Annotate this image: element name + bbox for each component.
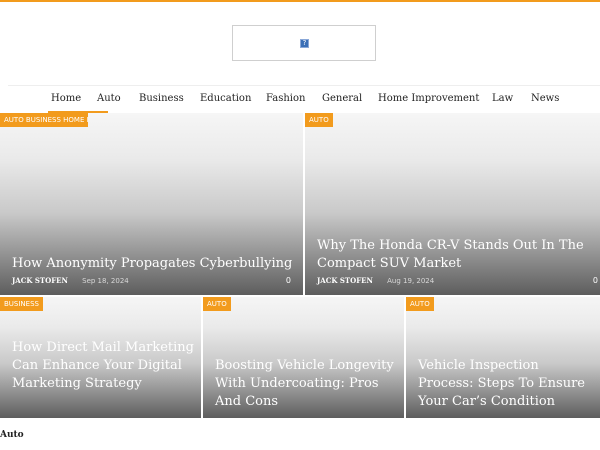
category-badge[interactable]: BUSINESS: [0, 297, 43, 311]
comment-count[interactable]: 0: [593, 276, 598, 285]
featured-card-2[interactable]: AUTO Why The Honda CR-V Stands Out In Th…: [305, 113, 600, 295]
category-badge[interactable]: AUTO: [406, 297, 434, 311]
article-title[interactable]: Vehicle Inspection Process: Steps To Ens…: [418, 357, 598, 411]
article-title[interactable]: Why The Honda CR-V Stands Out In The Com…: [317, 237, 595, 273]
nav-item-news[interactable]: News: [531, 93, 559, 104]
nav-item-home-improvement[interactable]: Home Improvement: [378, 93, 479, 104]
category-badge[interactable]: AUTO BUSINESS HOME IMPROVEMENT: [0, 113, 88, 127]
nav-item-home[interactable]: Home: [51, 93, 81, 104]
author-link[interactable]: JACK STOFEN: [12, 276, 68, 285]
article-date: Aug 19, 2024: [387, 277, 435, 285]
nav-item-business[interactable]: Business: [139, 93, 184, 104]
top-accent-bar: [0, 0, 600, 2]
main-nav: Home Auto Business Education Fashion Gen…: [0, 86, 600, 112]
nav-item-fashion[interactable]: Fashion: [266, 93, 305, 104]
article-title[interactable]: Boosting Vehicle Longevity With Undercoa…: [215, 357, 400, 411]
nav-item-general[interactable]: General: [322, 93, 362, 104]
site-logo[interactable]: ?: [232, 25, 376, 61]
article-title[interactable]: How Anonymity Propagates Cyberbullying: [12, 255, 297, 273]
featured-card-1[interactable]: AUTO BUSINESS HOME IMPROVEMENT How Anony…: [0, 113, 303, 295]
featured-card-5[interactable]: AUTO Vehicle Inspection Process: Steps T…: [406, 297, 600, 418]
author-link[interactable]: JACK STOFEN: [317, 276, 373, 285]
article-meta: JACK STOFEN Sep 18, 2024: [12, 276, 129, 285]
nav-item-education[interactable]: Education: [200, 93, 251, 104]
article-meta: JACK STOFEN Aug 19, 2024: [317, 276, 434, 285]
article-date: Sep 18, 2024: [82, 277, 129, 285]
nav-item-law[interactable]: Law: [492, 93, 513, 104]
featured-card-3[interactable]: BUSINESS How Direct Mail Marketing Can E…: [0, 297, 201, 418]
category-badge[interactable]: AUTO: [203, 297, 231, 311]
featured-card-4[interactable]: AUTO Boosting Vehicle Longevity With Und…: [203, 297, 404, 418]
article-title[interactable]: How Direct Mail Marketing Can Enhance Yo…: [12, 339, 197, 393]
image-placeholder-icon: ?: [300, 39, 309, 48]
comment-count[interactable]: 0: [286, 276, 291, 285]
section-heading: Auto: [0, 430, 24, 440]
category-badge[interactable]: AUTO: [305, 113, 333, 127]
nav-item-auto[interactable]: Auto: [97, 93, 121, 104]
